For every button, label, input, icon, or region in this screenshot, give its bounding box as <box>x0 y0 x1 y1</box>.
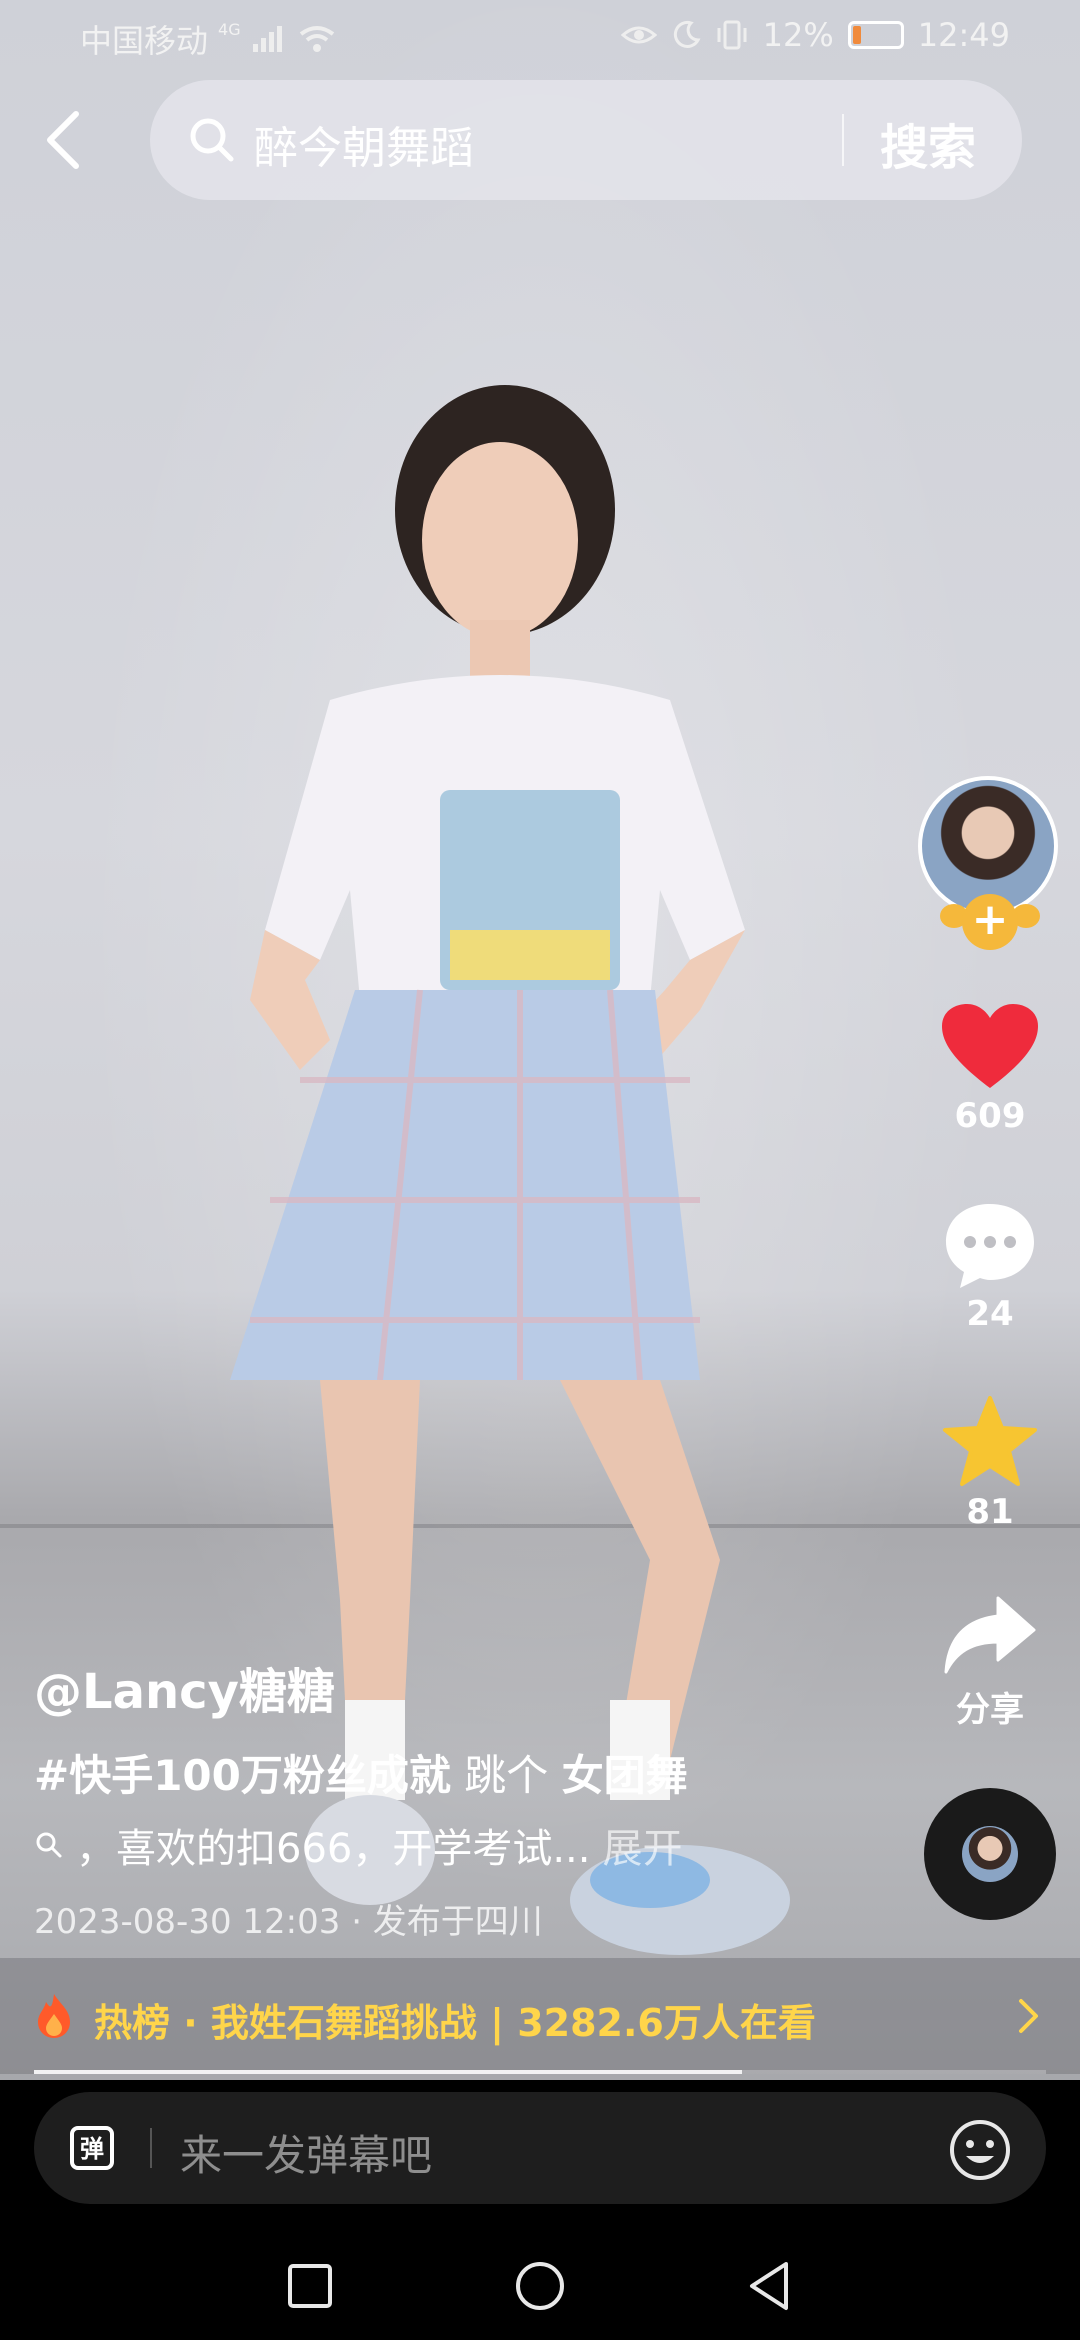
hot-list-banner[interactable]: 热榜 · 我姓石舞蹈挑战 | 3282.6万人在看 <box>0 1958 1080 2074</box>
hashtag-link[interactable]: #快手100万粉丝成就 <box>34 1751 451 1800</box>
share-button[interactable]: 分享 <box>918 1594 1062 1731</box>
moon-icon <box>673 20 701 48</box>
nav-square-icon[interactable] <box>280 2256 340 2316</box>
comment-button[interactable]: 24 <box>918 1200 1062 1334</box>
post-meta: 2023-08-30 12:03 · 发布于四川 <box>34 1902 543 1942</box>
author-name[interactable]: @Lancy糖糖 <box>34 1652 335 1722</box>
svg-text:弹: 弹 <box>80 2135 104 2163</box>
danmaku-input-bar[interactable]: 弹 来一发弹幕吧 <box>34 2092 1046 2204</box>
search-small-icon <box>36 1832 62 1858</box>
post-description: ，喜欢的扣666，开学考试... 展开 <box>34 1816 683 1874</box>
favorite-button[interactable]: 81 <box>918 1396 1062 1532</box>
danmaku-separator <box>150 2128 152 2168</box>
signal-icon <box>252 26 282 52</box>
emoji-icon[interactable] <box>948 2118 1012 2182</box>
eye-comfort-icon <box>620 26 657 44</box>
favorite-count: 81 <box>966 1492 1014 1532</box>
back-arrow-icon[interactable] <box>36 104 92 176</box>
clock: 12:49 <box>917 16 1010 54</box>
expand-link[interactable]: 展开 <box>603 1816 683 1874</box>
hot-list-text: 热榜 · 我姓石舞蹈挑战 | 3282.6万人在看 <box>94 2001 816 2045</box>
like-button[interactable]: 609 <box>918 1002 1062 1136</box>
flame-icon <box>38 1994 70 2038</box>
system-nav-bar <box>0 2230 1080 2340</box>
danmaku-icon[interactable]: 弹 <box>68 2124 116 2172</box>
nav-circle-icon[interactable] <box>510 2256 570 2316</box>
vibrate-icon <box>717 20 747 50</box>
wifi-icon <box>299 26 334 52</box>
post-caption: #快手100万粉丝成就 跳个 女团舞 <box>34 1742 688 1803</box>
search-divider <box>842 114 844 166</box>
carrier-label: 中国移动 <box>80 22 209 60</box>
chevron-right-icon <box>1019 1999 1038 2033</box>
share-label: 分享 <box>956 1690 1024 1730</box>
search-bar[interactable]: 醉今朝舞蹈 搜索 <box>150 80 1022 200</box>
battery-icon <box>847 21 904 49</box>
search-query[interactable]: 醉今朝舞蹈 <box>254 112 474 176</box>
description-text: ，喜欢的扣666，开学考试... <box>76 1826 591 1872</box>
network-label: 4G <box>218 19 241 39</box>
follow-button[interactable]: + <box>962 894 1018 950</box>
like-count: 609 <box>954 1096 1026 1136</box>
caption-text: 跳个 <box>464 1751 549 1800</box>
status-bar: 中国移动 4G 12% 12:49 <box>0 0 1080 72</box>
music-disc-icon[interactable] <box>924 1788 1056 1920</box>
caption-keyword[interactable]: 女团舞 <box>562 1751 688 1800</box>
share-arrow-icon <box>944 1596 1036 1674</box>
nav-triangle-icon[interactable] <box>740 2256 800 2316</box>
star-icon <box>943 1396 1037 1486</box>
comment-bubble-icon <box>946 1204 1034 1288</box>
danmaku-input[interactable]: 来一发弹幕吧 <box>180 2122 432 2183</box>
battery-percent: 12% <box>762 16 834 54</box>
video-progress-fill <box>34 2070 743 2074</box>
comment-count: 24 <box>966 1294 1014 1334</box>
search-icon <box>190 118 234 162</box>
heart-icon <box>942 1004 1038 1088</box>
search-button[interactable]: 搜索 <box>880 108 976 178</box>
music-disc-cover <box>962 1826 1018 1882</box>
